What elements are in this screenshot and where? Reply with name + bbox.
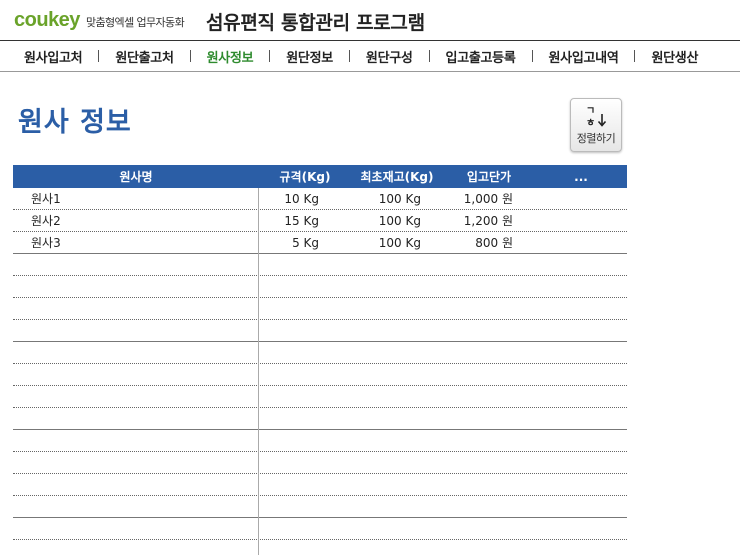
- table-row-empty[interactable]: [13, 386, 627, 408]
- app-header: coukey 맞춤형엑셀 업무자동화 섬유편직 통합관리 프로그램: [0, 0, 740, 40]
- column-header-initial-stock[interactable]: 최초재고(Kg): [351, 168, 443, 185]
- cell-unit-price: 1,000 원: [463, 192, 513, 206]
- table-row[interactable]: 원사2 15 Kg 100 Kg 1,200 원: [13, 210, 627, 232]
- cell-yarn-name: 원사3: [31, 236, 61, 250]
- cell-spec: 5 Kg: [292, 235, 319, 250]
- table-row-empty[interactable]: [13, 254, 627, 276]
- cell-initial-stock: 100 Kg: [378, 191, 421, 206]
- page-title: 원사 정보: [18, 107, 132, 138]
- svg-text:ㄱ: ㄱ: [586, 106, 595, 117]
- table-row-empty[interactable]: [13, 518, 627, 540]
- table-row[interactable]: 원사3 5 Kg 100 Kg 800 원: [13, 232, 627, 254]
- column-divider: [258, 188, 259, 555]
- nav-item-yarn-receipt-history[interactable]: 원사입고내역: [533, 47, 635, 66]
- cell-unit-price: 1,200 원: [463, 214, 513, 228]
- cell-yarn-name: 원사1: [31, 192, 61, 206]
- table-row-empty[interactable]: [13, 364, 627, 386]
- table-row-empty[interactable]: [13, 320, 627, 342]
- sort-button-label: 정렬하기: [576, 132, 616, 145]
- column-header-yarn-name[interactable]: 원사명: [13, 168, 259, 185]
- main-nav: 원사입고처 원단출고처 원사정보 원단정보 원단구성 입고출고등록 원사입고내역…: [0, 40, 740, 72]
- logo-part-cou: cou: [14, 9, 49, 31]
- table-row-empty[interactable]: [13, 342, 627, 364]
- column-header-unit-price[interactable]: 입고단가: [443, 168, 535, 185]
- cell-initial-stock: 100 Kg: [378, 213, 421, 228]
- sort-button[interactable]: ㄱ ㅎ 정렬하기: [570, 98, 622, 152]
- nav-item-fabric-production[interactable]: 원단생산: [635, 47, 714, 66]
- cell-unit-price: 800 원: [475, 236, 513, 250]
- sort-ga-na-down-icon: ㄱ ㅎ: [586, 106, 607, 128]
- nav-item-yarn-supplier[interactable]: 원사입고처: [0, 47, 98, 66]
- cell-initial-stock: 100 Kg: [378, 235, 421, 250]
- nav-item-fabric-info[interactable]: 원단정보: [270, 47, 349, 66]
- cell-spec: 15 Kg: [284, 213, 319, 228]
- cell-yarn-name: 원사2: [31, 214, 61, 228]
- table-row-empty[interactable]: [13, 408, 627, 430]
- logo-part-key: key: [48, 9, 80, 31]
- table-row-empty[interactable]: [13, 298, 627, 320]
- table-body: 원사1 10 Kg 100 Kg 1,000 원 원사2 15 Kg 100 K…: [13, 188, 627, 555]
- nav-item-fabric-customer[interactable]: 원단출고처: [99, 47, 189, 66]
- tagline: 맞춤형엑셀 업무자동화: [86, 16, 185, 29]
- table-row-empty[interactable]: [13, 496, 627, 518]
- nav-item-in-out-register[interactable]: 입고출고등록: [430, 47, 532, 66]
- coukey-logo: coukey: [14, 9, 80, 32]
- yarn-table: 원사명 규격(Kg) 최초재고(Kg) 입고단가 ... 원사1 10 Kg 1…: [13, 165, 627, 555]
- table-row-empty[interactable]: [13, 276, 627, 298]
- table-row-empty[interactable]: [13, 452, 627, 474]
- column-header-more[interactable]: ...: [535, 170, 627, 184]
- cell-spec: 10 Kg: [284, 191, 319, 206]
- app-title: 섬유편직 통합관리 프로그램: [206, 12, 425, 34]
- nav-item-fabric-composition[interactable]: 원단구성: [350, 47, 429, 66]
- table-row-empty[interactable]: [13, 474, 627, 496]
- table-row[interactable]: 원사1 10 Kg 100 Kg 1,000 원: [13, 188, 627, 210]
- table-row-empty[interactable]: [13, 430, 627, 452]
- svg-text:ㅎ: ㅎ: [586, 117, 595, 128]
- nav-item-yarn-info[interactable]: 원사정보: [191, 47, 270, 66]
- column-header-spec[interactable]: 규격(Kg): [259, 168, 351, 185]
- table-header: 원사명 규격(Kg) 최초재고(Kg) 입고단가 ...: [13, 165, 627, 188]
